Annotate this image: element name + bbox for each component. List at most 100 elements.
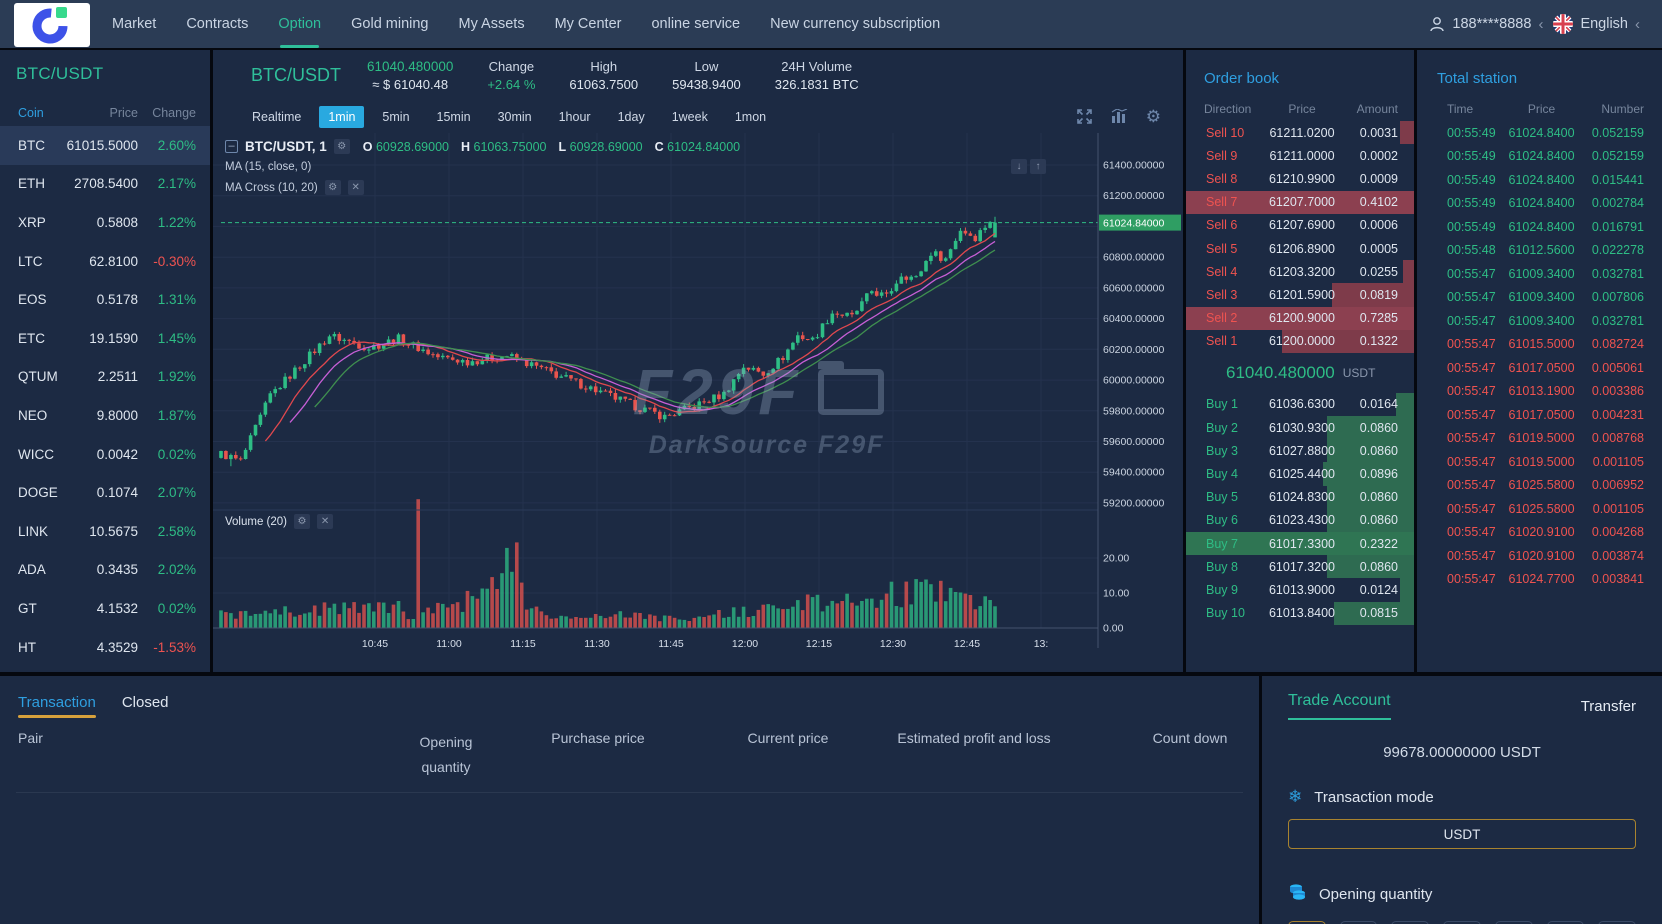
order-row-sell-3[interactable]: Sell 361201.59000.0819: [1186, 283, 1414, 306]
order-row-sell-1[interactable]: Sell 161200.00000.1322: [1186, 330, 1414, 353]
coin-row-wicc[interactable]: WICC0.00420.02%: [0, 435, 210, 474]
svg-text:20.00: 20.00: [1103, 553, 1129, 565]
language-selector[interactable]: English ‹: [1553, 14, 1640, 34]
nav-item-online-service[interactable]: online service: [651, 0, 740, 48]
trade-number: 0.016791: [1575, 220, 1662, 234]
timeframe-5min[interactable]: 5min: [373, 106, 418, 128]
coin-row-eth[interactable]: ETH2708.54002.17%: [0, 165, 210, 204]
coin-row-doge[interactable]: DOGE0.10742.07%: [0, 473, 210, 512]
nav-item-gold-mining[interactable]: Gold mining: [351, 0, 428, 48]
positions-panel: Transaction Closed Pair Opening quantity…: [0, 676, 1259, 924]
order-row-sell-8[interactable]: Sell 861210.99000.0009: [1186, 167, 1414, 190]
tab-closed[interactable]: Closed: [122, 694, 169, 718]
nav-item-contracts[interactable]: Contracts: [186, 0, 248, 48]
trade-price: 61013.1900: [1509, 384, 1575, 398]
coin-row-xrp[interactable]: XRP0.58081.22%: [0, 203, 210, 242]
nav-item-new-currency-subscription[interactable]: New currency subscription: [770, 0, 940, 48]
change-header[interactable]: Change: [138, 106, 210, 120]
price-header[interactable]: Price: [62, 106, 138, 120]
order-row-buy-7[interactable]: Buy 761017.33000.2322: [1186, 532, 1414, 555]
language-label: English: [1580, 16, 1628, 32]
timeframe-1week[interactable]: 1week: [663, 106, 717, 128]
trade-account-tab[interactable]: Trade Account: [1288, 692, 1391, 720]
order-amount: 0.0124: [1340, 583, 1414, 597]
coin-change: 1.22%: [138, 215, 210, 230]
order-row-sell-2[interactable]: Sell 261200.90000.7285: [1186, 307, 1414, 330]
timeframe-1mon[interactable]: 1mon: [726, 106, 775, 128]
order-row-buy-3[interactable]: Buy 361027.88000.0860: [1186, 439, 1414, 462]
collapse-icon[interactable]: –: [225, 140, 238, 153]
order-row-sell-9[interactable]: Sell 961211.00000.0002: [1186, 144, 1414, 167]
ts-price-header: Price: [1509, 102, 1574, 116]
chart-region[interactable]: 61400.0000061200.0000060800.0000060600.0…: [213, 133, 1183, 672]
timeframe-15min[interactable]: 15min: [428, 106, 480, 128]
order-row-buy-8[interactable]: Buy 861017.32000.0860: [1186, 555, 1414, 578]
arrow-down-icon[interactable]: ↓: [1011, 159, 1027, 174]
ma-cross-close-icon[interactable]: ✕: [348, 180, 364, 195]
order-row-sell-7[interactable]: Sell 761207.70000.4102: [1186, 191, 1414, 214]
svg-text:11:45: 11:45: [658, 638, 684, 650]
order-row-sell-10[interactable]: Sell 1061211.02000.0031: [1186, 121, 1414, 144]
order-row-buy-6[interactable]: Buy 661023.43000.0860: [1186, 509, 1414, 532]
transaction-mode-select[interactable]: USDT: [1288, 819, 1636, 849]
timeframe-realtime[interactable]: Realtime: [243, 106, 310, 128]
coin-list-sidebar: BTC/USDT Coin Price Change BTC61015.5000…: [0, 50, 210, 672]
coin-header[interactable]: Coin: [0, 106, 62, 120]
ma-cross-indicator-label: MA Cross (10, 20) ⚙ ✕: [225, 180, 364, 195]
order-price: 61025.4400: [1264, 467, 1340, 481]
coin-row-qtum[interactable]: QTUM2.25111.92%: [0, 358, 210, 397]
logo[interactable]: [14, 3, 90, 47]
legend-gear-icon[interactable]: ⚙: [334, 139, 350, 154]
order-row-buy-4[interactable]: Buy 461025.44000.0896: [1186, 462, 1414, 485]
order-direction: Sell 2: [1186, 311, 1264, 325]
fullscreen-icon[interactable]: [1076, 108, 1093, 125]
order-row-buy-1[interactable]: Buy 161036.63000.0164: [1186, 393, 1414, 416]
watermark-text: F29F: [633, 355, 802, 429]
settings-gear-icon[interactable]: ⚙: [1146, 107, 1161, 127]
order-row-sell-5[interactable]: Sell 561206.89000.0005: [1186, 237, 1414, 260]
coin-row-ht[interactable]: HT4.3529-1.53%: [0, 628, 210, 667]
order-row-buy-9[interactable]: Buy 961013.90000.0124: [1186, 578, 1414, 601]
timeframe-1min[interactable]: 1min: [319, 106, 364, 128]
trade-row: 00:55:4761025.58000.006952: [1417, 474, 1662, 498]
volume-close-icon[interactable]: ✕: [317, 514, 333, 529]
coin-row-link[interactable]: LINK10.56752.58%: [0, 512, 210, 551]
order-amount: 0.0164: [1340, 397, 1414, 411]
order-row-buy-5[interactable]: Buy 561024.83000.0860: [1186, 486, 1414, 509]
trade-number: 0.052159: [1575, 149, 1662, 163]
coin-row-ltc[interactable]: LTC62.8100-0.30%: [0, 242, 210, 281]
timeframe-30min[interactable]: 30min: [489, 106, 541, 128]
timeframe-1day[interactable]: 1day: [609, 106, 654, 128]
timeframe-1hour[interactable]: 1hour: [550, 106, 600, 128]
order-row-buy-2[interactable]: Buy 261030.93000.0860: [1186, 416, 1414, 439]
order-row-sell-4[interactable]: Sell 461203.32000.0255: [1186, 260, 1414, 283]
account-balance: 99678.00000000 USDT: [1288, 744, 1636, 761]
trade-time: 00:55:47: [1417, 337, 1509, 351]
user-menu[interactable]: 188****8888 ‹: [1429, 16, 1543, 33]
trade-row: 00:55:4761025.58000.001105: [1417, 497, 1662, 521]
transfer-link[interactable]: Transfer: [1581, 698, 1636, 715]
arrow-up-icon[interactable]: ↑: [1030, 159, 1046, 174]
indicator-icon[interactable]: [1111, 109, 1128, 124]
coin-row-etc[interactable]: ETC19.15901.45%: [0, 319, 210, 358]
coin-row-gt[interactable]: GT4.15320.02%: [0, 589, 210, 628]
ma-cross-gear-icon[interactable]: ⚙: [325, 180, 341, 195]
nav-item-my-assets[interactable]: My Assets: [459, 0, 525, 48]
coin-row-neo[interactable]: NEO9.80001.87%: [0, 396, 210, 435]
svg-text:11:00: 11:00: [436, 638, 462, 650]
low-block: Low 59438.9400: [672, 59, 741, 92]
nav-item-market[interactable]: Market: [112, 0, 156, 48]
coin-row-eos[interactable]: EOS0.51781.31%: [0, 280, 210, 319]
order-row-buy-10[interactable]: Buy 1061013.84000.0815: [1186, 602, 1414, 625]
ob-amount-header: Amount: [1340, 102, 1414, 116]
coin-row-ada[interactable]: ADA0.34352.02%: [0, 551, 210, 590]
nav-item-my-center[interactable]: My Center: [555, 0, 622, 48]
change-block: Change +2.64 %: [487, 59, 535, 92]
order-direction: Buy 4: [1186, 467, 1264, 481]
order-row-sell-6[interactable]: Sell 661207.69000.0006: [1186, 214, 1414, 237]
coin-row-btc[interactable]: BTC61015.50002.60%: [0, 126, 210, 165]
tab-transaction[interactable]: Transaction: [18, 694, 96, 718]
nav-item-option[interactable]: Option: [278, 0, 321, 48]
svg-text:10:45: 10:45: [362, 638, 388, 650]
volume-gear-icon[interactable]: ⚙: [294, 514, 310, 529]
